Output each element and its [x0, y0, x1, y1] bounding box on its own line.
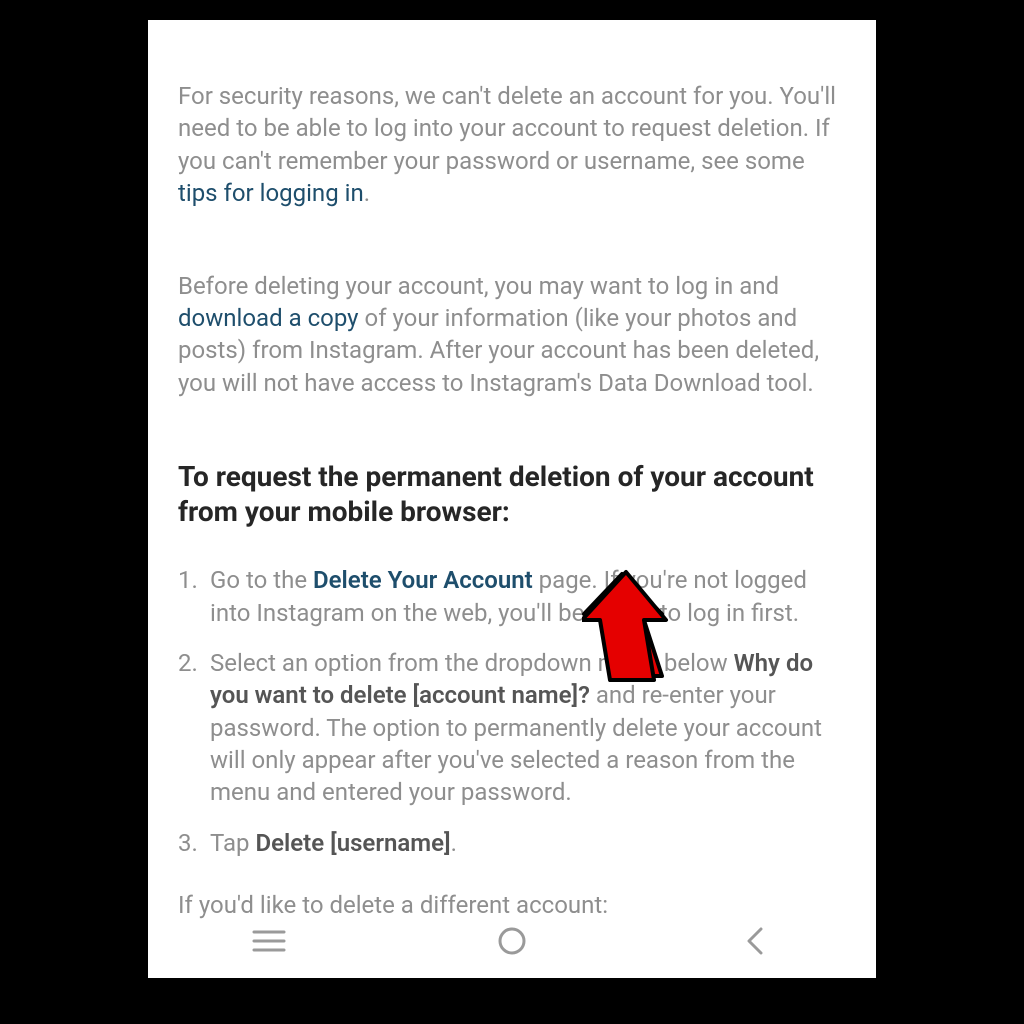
- android-navbar: [148, 904, 876, 978]
- nav-recent-button[interactable]: [239, 921, 299, 961]
- help-page: For security reasons, we can't delete an…: [148, 20, 876, 978]
- paragraph-security: For security reasons, we can't delete an…: [178, 80, 846, 210]
- text: .: [364, 179, 370, 207]
- article-body: For security reasons, we can't delete an…: [178, 80, 846, 922]
- text: .: [451, 829, 457, 857]
- text: Select an option from the dropdown menu …: [210, 649, 734, 677]
- step-1: Go to the Delete Your Account page. If y…: [178, 564, 846, 629]
- step-3: Tap Delete [username].: [178, 827, 846, 859]
- text: For security reasons, we can't delete an…: [178, 82, 836, 175]
- section-heading: To request the permanent deletion of you…: [178, 459, 846, 529]
- text: Tap: [210, 829, 255, 857]
- nav-home-button[interactable]: [482, 921, 542, 961]
- text: Before deleting your account, you may wa…: [178, 272, 779, 300]
- steps-list: Go to the Delete Your Account page. If y…: [178, 564, 846, 859]
- link-delete-your-account[interactable]: Delete Your Account: [313, 566, 533, 594]
- bold-delete-username: Delete [username]: [255, 829, 450, 857]
- circle-icon: [497, 926, 527, 956]
- paragraph-download: Before deleting your account, you may wa…: [178, 270, 846, 400]
- nav-back-button[interactable]: [725, 921, 785, 961]
- hamburger-icon: [252, 929, 286, 953]
- chevron-left-icon: [745, 926, 765, 956]
- link-tips-for-logging-in[interactable]: tips for logging in: [178, 179, 364, 207]
- text: Go to the: [210, 566, 313, 594]
- step-2: Select an option from the dropdown menu …: [178, 647, 846, 809]
- link-download-a-copy[interactable]: download a copy: [178, 304, 359, 332]
